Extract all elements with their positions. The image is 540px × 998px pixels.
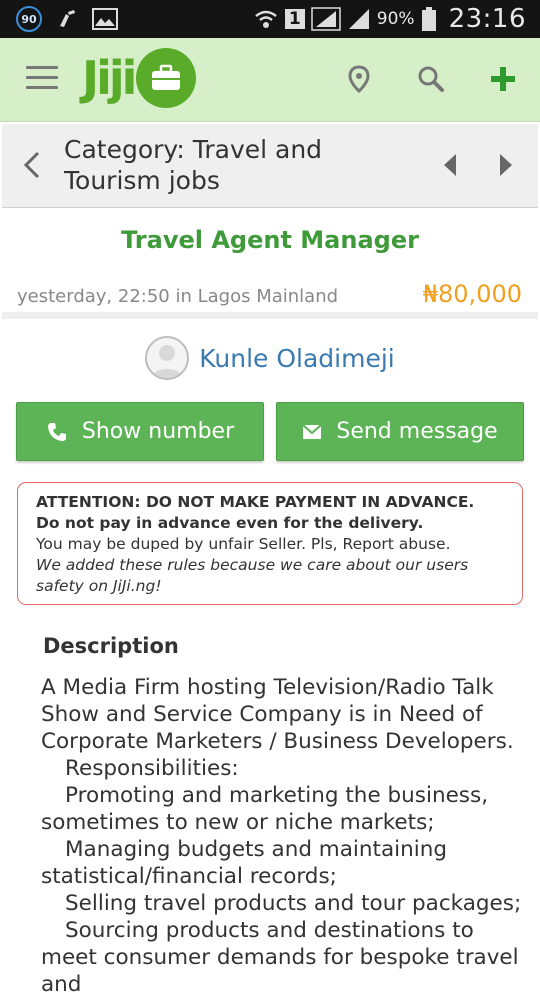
description-heading: Description	[43, 634, 179, 658]
description-line: Promoting and marketing the business, so…	[41, 783, 489, 835]
next-ad-icon[interactable]	[496, 152, 516, 182]
category-title: Category: Travel and Tourism jobs	[64, 135, 323, 195]
warning-line: Do not pay in advance even for the deliv…	[36, 514, 424, 532]
battery-icon	[421, 7, 436, 31]
warning-line: You may be duped by unfair Seller. Pls, …	[36, 535, 451, 553]
chevron-left-icon[interactable]	[20, 150, 46, 180]
notification-badge-icon: 90	[16, 6, 42, 32]
description-line: Responsibilities:	[65, 756, 239, 781]
plus-icon[interactable]	[486, 62, 520, 96]
description-line: Selling travel products and tour package…	[65, 891, 522, 916]
description-body: A Media Firm hosting Television/Radio Ta…	[17, 674, 527, 998]
seller-name[interactable]: Kunle Oladimeji	[199, 344, 395, 373]
category-bar: Category: Travel and Tourism jobs	[2, 124, 538, 208]
seller-info: Kunle Oladimeji	[0, 334, 540, 382]
phone-icon	[47, 422, 66, 441]
ad-title: Travel Agent Manager	[121, 226, 419, 254]
warning-heading: ATTENTION: DO NOT MAKE PAYMENT IN ADVANC…	[36, 493, 475, 511]
warning-note: We added these rules because we care abo…	[36, 556, 469, 595]
menu-icon[interactable]	[26, 66, 58, 94]
search-icon[interactable]	[414, 62, 448, 96]
app-bar: Jiji	[0, 38, 540, 122]
safety-warning-box: ATTENTION: DO NOT MAKE PAYMENT IN ADVANC…	[17, 482, 523, 605]
send-message-label: Send message	[336, 419, 498, 444]
send-message-button[interactable]: Send message	[276, 402, 524, 461]
description-line: A Media Firm hosting Television/Radio Ta…	[41, 675, 514, 754]
envelope-icon	[302, 423, 323, 439]
image-icon	[92, 8, 118, 30]
status-bar: 90 1 90% 23:16	[0, 0, 540, 38]
clock: 23:16	[448, 4, 526, 34]
wifi-icon	[255, 10, 277, 28]
location-pin-icon[interactable]	[342, 62, 376, 96]
show-number-label: Show number	[81, 419, 235, 444]
jiji-logo[interactable]: Jiji	[82, 48, 197, 108]
description-line: Sourcing products and destinations to me…	[41, 918, 519, 997]
ad-price: ₦80,000	[422, 280, 522, 308]
previous-ad-icon[interactable]	[440, 152, 460, 182]
description-line: Managing budgets and maintaining statist…	[41, 837, 447, 889]
ad-meta: yesterday, 22:50 in Lagos Mainland	[17, 286, 339, 307]
battery-percent: 90%	[376, 9, 415, 29]
cleaner-icon	[60, 10, 75, 27]
avatar[interactable]	[145, 336, 190, 380]
divider	[2, 312, 538, 319]
sim-indicator: 1	[284, 9, 305, 29]
signal-icon	[311, 7, 341, 31]
briefcase-icon	[136, 48, 197, 108]
signal-icon-2	[348, 9, 369, 29]
show-number-button[interactable]: Show number	[16, 402, 264, 461]
